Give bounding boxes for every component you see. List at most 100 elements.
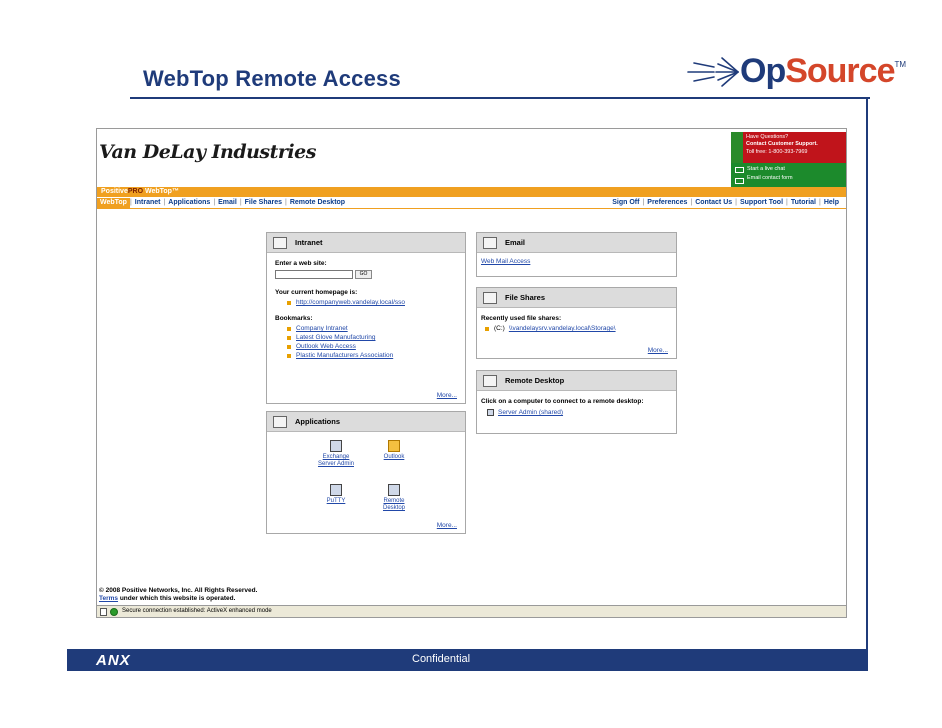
chat-icon	[735, 167, 744, 173]
url-input[interactable]	[275, 270, 353, 279]
bookmark-item: Plastic Manufacturers Association	[287, 352, 457, 359]
nav-tutorial[interactable]: Tutorial	[788, 198, 819, 208]
nav-left: WebTop | Intranet | Applications | Email | F…	[97, 198, 348, 208]
confidential-label: Confidential	[412, 653, 471, 665]
support-contact[interactable]: Contact Customer Support.	[746, 141, 818, 148]
nav-webtop[interactable]: WebTop	[97, 198, 130, 208]
nav-contact-us[interactable]: Contact Us	[692, 198, 735, 208]
app-outlook[interactable]: Outlook	[377, 440, 411, 461]
nav-email[interactable]: Email	[215, 198, 240, 208]
bullet-icon	[287, 300, 291, 305]
anx-logo: ANX	[96, 652, 131, 669]
web-mail-access-link[interactable]: Web Mail Access	[481, 258, 530, 265]
computer-icon	[330, 484, 342, 496]
file-shares-more-link[interactable]: More...	[648, 347, 668, 354]
webtop-browser-window: Van DeLay Industries Have Questions? Con…	[96, 128, 847, 618]
nav-remote-desktop[interactable]: Remote Desktop	[287, 198, 348, 208]
outlook-icon	[388, 440, 400, 452]
support-stripe	[731, 132, 743, 163]
bookmark-link[interactable]: Company Intranet	[296, 325, 348, 332]
file-share-drive: (C:)	[494, 325, 505, 332]
company-logo: Van DeLay Industries	[99, 141, 316, 163]
file-shares-title: File Shares	[505, 293, 546, 302]
email-title: Email	[505, 238, 526, 247]
nav-bar: WebTop | Intranet | Applications | Email | F…	[97, 198, 846, 209]
bullet-icon	[287, 344, 291, 349]
bookmark-item: Outlook Web Access	[287, 343, 457, 350]
recent-shares-label: Recently used file shares:	[481, 315, 562, 322]
email-panel: Email Web Mail Access	[476, 232, 677, 277]
intranet-more-link[interactable]: More...	[437, 392, 457, 399]
envelope-icon	[483, 236, 497, 249]
bookmark-item: Company Intranet	[287, 325, 457, 332]
nav-help[interactable]: Help	[821, 198, 842, 208]
start-live-chat-link[interactable]: Start a live chat	[747, 165, 845, 174]
computer-icon	[330, 440, 342, 452]
nav-support-tool[interactable]: Support Tool	[737, 198, 786, 208]
support-box: Have Questions? Contact Customer Support…	[731, 132, 846, 189]
bookmark-link[interactable]: Outlook Web Access	[296, 343, 356, 350]
bookmark-item: Latest Glove Manufacturing	[287, 334, 457, 341]
browser-status-bar: Secure connection established: ActiveX e…	[97, 605, 846, 617]
nav-sign-off[interactable]: Sign Off	[609, 198, 642, 208]
applications-icon	[273, 415, 287, 428]
remote-desktop-instructions: Click on a computer to connect to a remo…	[481, 398, 644, 405]
bullet-icon	[287, 335, 291, 340]
copyright-text: © 2008 Positive Networks, Inc. All Right…	[99, 587, 258, 594]
support-phone: Toll free: 1-800-393-7969	[746, 148, 808, 155]
enter-site-label: Enter a web site:	[275, 260, 327, 267]
intranet-icon	[273, 236, 287, 249]
bullet-icon	[485, 326, 489, 331]
remote-computer-link[interactable]: Server Admin (shared)	[498, 409, 563, 416]
bookmarks-label: Bookmarks:	[275, 315, 313, 322]
nav-right: Sign Off | Preferences | Contact Us | Suppo…	[609, 198, 842, 208]
bookmark-link[interactable]: Plastic Manufacturers Association	[296, 352, 393, 359]
nav-intranet[interactable]: Intranet	[132, 198, 164, 208]
support-question: Have Questions?	[746, 134, 789, 140]
file-shares-panel: File Shares Recently used file shares: (…	[476, 287, 677, 359]
title-divider	[130, 97, 870, 99]
status-text: Secure connection established: ActiveX e…	[122, 608, 272, 614]
terms-text: under which this website is operated.	[118, 595, 236, 603]
app-exchange-server-admin[interactable]: Exchange Server Admin	[313, 440, 359, 468]
nav-preferences[interactable]: Preferences	[644, 198, 690, 208]
secure-icon	[110, 607, 118, 616]
applications-title: Applications	[295, 417, 341, 426]
intranet-title: Intranet	[295, 238, 323, 247]
nav-file-shares[interactable]: File Shares	[242, 198, 285, 208]
email-icon	[735, 178, 744, 184]
remote-computer-item: Server Admin (shared)	[487, 409, 668, 417]
burst-icon	[687, 56, 739, 87]
homepage-label: Your current homepage is:	[275, 289, 358, 296]
brand-header: Van DeLay Industries Have Questions? Con…	[97, 129, 846, 189]
slide-title: WebTop Remote Access	[143, 66, 401, 91]
logo-op: Op	[740, 52, 786, 90]
remote-desktop-icon	[483, 374, 497, 387]
applications-more-link[interactable]: More...	[437, 522, 457, 529]
remote-desktop-title: Remote Desktop	[505, 376, 565, 385]
bullet-icon	[287, 326, 291, 331]
go-button[interactable]: GO	[355, 270, 372, 279]
opsource-logo: Op Source TM	[680, 52, 906, 91]
nav-applications[interactable]: Applications	[165, 198, 213, 208]
applications-panel: Applications Exchange Server Admin Outlo…	[266, 411, 466, 534]
email-contact-form-link[interactable]: Email contact form	[747, 174, 845, 183]
app-putty[interactable]: PuTTY	[321, 484, 351, 505]
logo-tm: TM	[894, 60, 907, 69]
app-remote-desktop[interactable]: Remote Desktop	[377, 484, 411, 512]
homepage-link[interactable]: http://companyweb.vandelay.local/sso	[296, 299, 405, 306]
bookmark-link[interactable]: Latest Glove Manufacturing	[296, 334, 376, 341]
page-footer: © 2008 Positive Networks, Inc. All Right…	[99, 587, 257, 604]
intranet-panel: Intranet Enter a web site: GO Your curre…	[266, 232, 466, 404]
file-share-link[interactable]: \\vandelaysrv.vandelay.local\Storage\	[509, 325, 616, 332]
logo-source: Source	[785, 52, 895, 90]
computer-icon	[388, 484, 400, 496]
folder-icon	[483, 291, 497, 304]
right-divider	[866, 97, 868, 650]
computer-icon	[487, 409, 494, 417]
page-icon	[100, 607, 107, 616]
bullet-icon	[287, 353, 291, 358]
terms-link[interactable]: Terms	[99, 595, 118, 602]
product-bar: PositivePRO WebTop™	[97, 187, 846, 197]
remote-desktop-panel: Remote Desktop Click on a computer to co…	[476, 370, 677, 434]
